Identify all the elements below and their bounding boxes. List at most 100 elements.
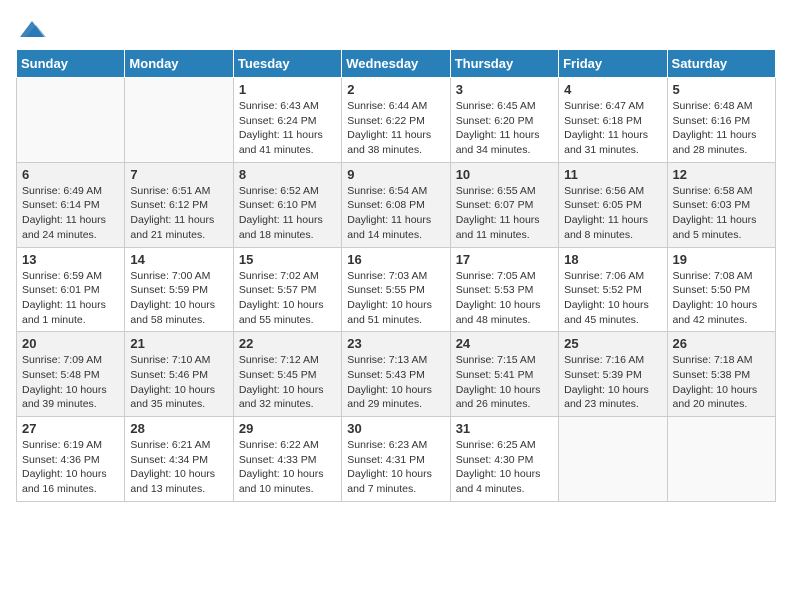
calendar-cell: 7Sunrise: 6:51 AM Sunset: 6:12 PM Daylig…	[125, 162, 233, 247]
day-number: 30	[347, 421, 444, 436]
day-detail: Sunrise: 7:08 AM Sunset: 5:50 PM Dayligh…	[673, 269, 770, 328]
day-detail: Sunrise: 6:25 AM Sunset: 4:30 PM Dayligh…	[456, 438, 553, 497]
calendar-cell: 31 Sunrise: 6:25 AM Sunset: 4:30 PM Dayli…	[450, 417, 558, 502]
col-header-monday: Monday	[125, 50, 233, 78]
calendar-week-row: 13 Sunrise: 6:59 AM Sunset: 6:01 PM Dayli…	[17, 247, 776, 332]
calendar-cell: 21 Sunrise: 7:10 AM Sunset: 5:46 PM Dayli…	[125, 332, 233, 417]
calendar-cell: 22 Sunrise: 7:12 AM Sunset: 5:45 PM Dayli…	[233, 332, 341, 417]
day-number: 26	[673, 336, 770, 351]
calendar-cell: 6 Sunrise: 6:49 AM Sunset: 6:14 PM Daylig…	[17, 162, 125, 247]
day-detail: Sunrise: 7:02 AM Sunset: 5:57 PM Dayligh…	[239, 269, 336, 328]
day-detail: Sunrise: 6:22 AM Sunset: 4:33 PM Dayligh…	[239, 438, 336, 497]
day-detail: Sunrise: 6:51 AM Sunset: 6:12 PM Dayligh…	[130, 184, 227, 243]
day-detail: Sunrise: 6:59 AM Sunset: 6:01 PM Dayligh…	[22, 269, 119, 328]
col-header-friday: Friday	[559, 50, 667, 78]
day-detail: Sunrise: 7:10 AM Sunset: 5:46 PM Dayligh…	[130, 353, 227, 412]
day-number: 21	[130, 336, 227, 351]
day-detail: Sunrise: 7:06 AM Sunset: 5:52 PM Dayligh…	[564, 269, 661, 328]
day-detail: Sunrise: 6:21 AM Sunset: 4:34 PM Dayligh…	[130, 438, 227, 497]
calendar-cell: 19 Sunrise: 7:08 AM Sunset: 5:50 PM Dayli…	[667, 247, 775, 332]
day-detail: Sunrise: 6:55 AM Sunset: 6:07 PM Dayligh…	[456, 184, 553, 243]
day-detail: Sunrise: 6:47 AM Sunset: 6:18 PM Dayligh…	[564, 99, 661, 158]
col-header-saturday: Saturday	[667, 50, 775, 78]
day-number: 22	[239, 336, 336, 351]
calendar-cell: 18 Sunrise: 7:06 AM Sunset: 5:52 PM Dayli…	[559, 247, 667, 332]
day-detail: Sunrise: 6:56 AM Sunset: 6:05 PM Dayligh…	[564, 184, 661, 243]
day-detail: Sunrise: 6:49 AM Sunset: 6:14 PM Dayligh…	[22, 184, 119, 243]
calendar-week-row: 20 Sunrise: 7:09 AM Sunset: 5:48 PM Dayli…	[17, 332, 776, 417]
calendar-cell: 3 Sunrise: 6:45 AM Sunset: 6:20 PM Daylig…	[450, 78, 558, 163]
day-number: 31	[456, 421, 553, 436]
logo-icon	[16, 17, 44, 37]
day-number: 15	[239, 252, 336, 267]
day-detail: Sunrise: 7:15 AM Sunset: 5:41 PM Dayligh…	[456, 353, 553, 412]
day-number: 12	[673, 167, 770, 182]
day-detail: Sunrise: 7:13 AM Sunset: 5:43 PM Dayligh…	[347, 353, 444, 412]
calendar-cell: 16 Sunrise: 7:03 AM Sunset: 5:55 PM Dayli…	[342, 247, 450, 332]
day-number: 2	[347, 82, 444, 97]
calendar-cell: 8 Sunrise: 6:52 AM Sunset: 6:10 PM Daylig…	[233, 162, 341, 247]
day-number: 11	[564, 167, 661, 182]
day-number: 10	[456, 167, 553, 182]
day-number: 8	[239, 167, 336, 182]
day-number: 13	[22, 252, 119, 267]
day-number: 24	[456, 336, 553, 351]
day-number: 29	[239, 421, 336, 436]
day-number: 6	[22, 167, 119, 182]
day-number: 1	[239, 82, 336, 97]
day-detail: Sunrise: 6:58 AM Sunset: 6:03 PM Dayligh…	[673, 184, 770, 243]
calendar-cell: 1Sunrise: 6:43 AM Sunset: 6:24 PM Daylig…	[233, 78, 341, 163]
day-number: 23	[347, 336, 444, 351]
calendar-cell: 14 Sunrise: 7:00 AM Sunset: 5:59 PM Dayli…	[125, 247, 233, 332]
day-number: 17	[456, 252, 553, 267]
calendar-week-row: 6 Sunrise: 6:49 AM Sunset: 6:14 PM Daylig…	[17, 162, 776, 247]
day-detail: Sunrise: 6:52 AM Sunset: 6:10 PM Dayligh…	[239, 184, 336, 243]
day-number: 19	[673, 252, 770, 267]
calendar-week-row: 27Sunrise: 6:19 AM Sunset: 4:36 PM Dayli…	[17, 417, 776, 502]
calendar-cell	[17, 78, 125, 163]
day-detail: Sunrise: 7:18 AM Sunset: 5:38 PM Dayligh…	[673, 353, 770, 412]
day-detail: Sunrise: 7:05 AM Sunset: 5:53 PM Dayligh…	[456, 269, 553, 328]
day-detail: Sunrise: 6:45 AM Sunset: 6:20 PM Dayligh…	[456, 99, 553, 158]
day-detail: Sunrise: 7:16 AM Sunset: 5:39 PM Dayligh…	[564, 353, 661, 412]
day-detail: Sunrise: 6:54 AM Sunset: 6:08 PM Dayligh…	[347, 184, 444, 243]
day-number: 18	[564, 252, 661, 267]
day-number: 20	[22, 336, 119, 351]
calendar-cell: 12 Sunrise: 6:58 AM Sunset: 6:03 PM Dayli…	[667, 162, 775, 247]
day-number: 3	[456, 82, 553, 97]
calendar-cell	[559, 417, 667, 502]
calendar-cell: 15 Sunrise: 7:02 AM Sunset: 5:57 PM Dayli…	[233, 247, 341, 332]
day-number: 14	[130, 252, 227, 267]
calendar-cell: 27Sunrise: 6:19 AM Sunset: 4:36 PM Dayli…	[17, 417, 125, 502]
day-number: 25	[564, 336, 661, 351]
day-detail: Sunrise: 6:19 AM Sunset: 4:36 PM Dayligh…	[22, 438, 119, 497]
calendar-cell: 5Sunrise: 6:48 AM Sunset: 6:16 PM Daylig…	[667, 78, 775, 163]
logo	[16, 16, 48, 37]
day-number: 4	[564, 82, 661, 97]
day-detail: Sunrise: 7:00 AM Sunset: 5:59 PM Dayligh…	[130, 269, 227, 328]
col-header-tuesday: Tuesday	[233, 50, 341, 78]
calendar-cell: 30 Sunrise: 6:23 AM Sunset: 4:31 PM Dayli…	[342, 417, 450, 502]
day-detail: Sunrise: 6:23 AM Sunset: 4:31 PM Dayligh…	[347, 438, 444, 497]
calendar: SundayMondayTuesdayWednesdayThursdayFrid…	[16, 49, 776, 502]
calendar-cell: 10 Sunrise: 6:55 AM Sunset: 6:07 PM Dayli…	[450, 162, 558, 247]
calendar-cell	[125, 78, 233, 163]
day-detail: Sunrise: 7:03 AM Sunset: 5:55 PM Dayligh…	[347, 269, 444, 328]
calendar-cell: 13 Sunrise: 6:59 AM Sunset: 6:01 PM Dayli…	[17, 247, 125, 332]
day-detail: Sunrise: 7:12 AM Sunset: 5:45 PM Dayligh…	[239, 353, 336, 412]
day-detail: Sunrise: 6:44 AM Sunset: 6:22 PM Dayligh…	[347, 99, 444, 158]
page-header	[16, 16, 776, 37]
calendar-cell: 17 Sunrise: 7:05 AM Sunset: 5:53 PM Dayli…	[450, 247, 558, 332]
calendar-cell: 23 Sunrise: 7:13 AM Sunset: 5:43 PM Dayli…	[342, 332, 450, 417]
calendar-cell: 20 Sunrise: 7:09 AM Sunset: 5:48 PM Dayli…	[17, 332, 125, 417]
calendar-cell: 25 Sunrise: 7:16 AM Sunset: 5:39 PM Dayli…	[559, 332, 667, 417]
day-number: 9	[347, 167, 444, 182]
col-header-thursday: Thursday	[450, 50, 558, 78]
calendar-cell: 4 Sunrise: 6:47 AM Sunset: 6:18 PM Daylig…	[559, 78, 667, 163]
calendar-header-row: SundayMondayTuesdayWednesdayThursdayFrid…	[17, 50, 776, 78]
day-detail: Sunrise: 7:09 AM Sunset: 5:48 PM Dayligh…	[22, 353, 119, 412]
day-number: 16	[347, 252, 444, 267]
col-header-sunday: Sunday	[17, 50, 125, 78]
calendar-cell: 2 Sunrise: 6:44 AM Sunset: 6:22 PM Daylig…	[342, 78, 450, 163]
calendar-cell: 28Sunrise: 6:21 AM Sunset: 4:34 PM Dayli…	[125, 417, 233, 502]
